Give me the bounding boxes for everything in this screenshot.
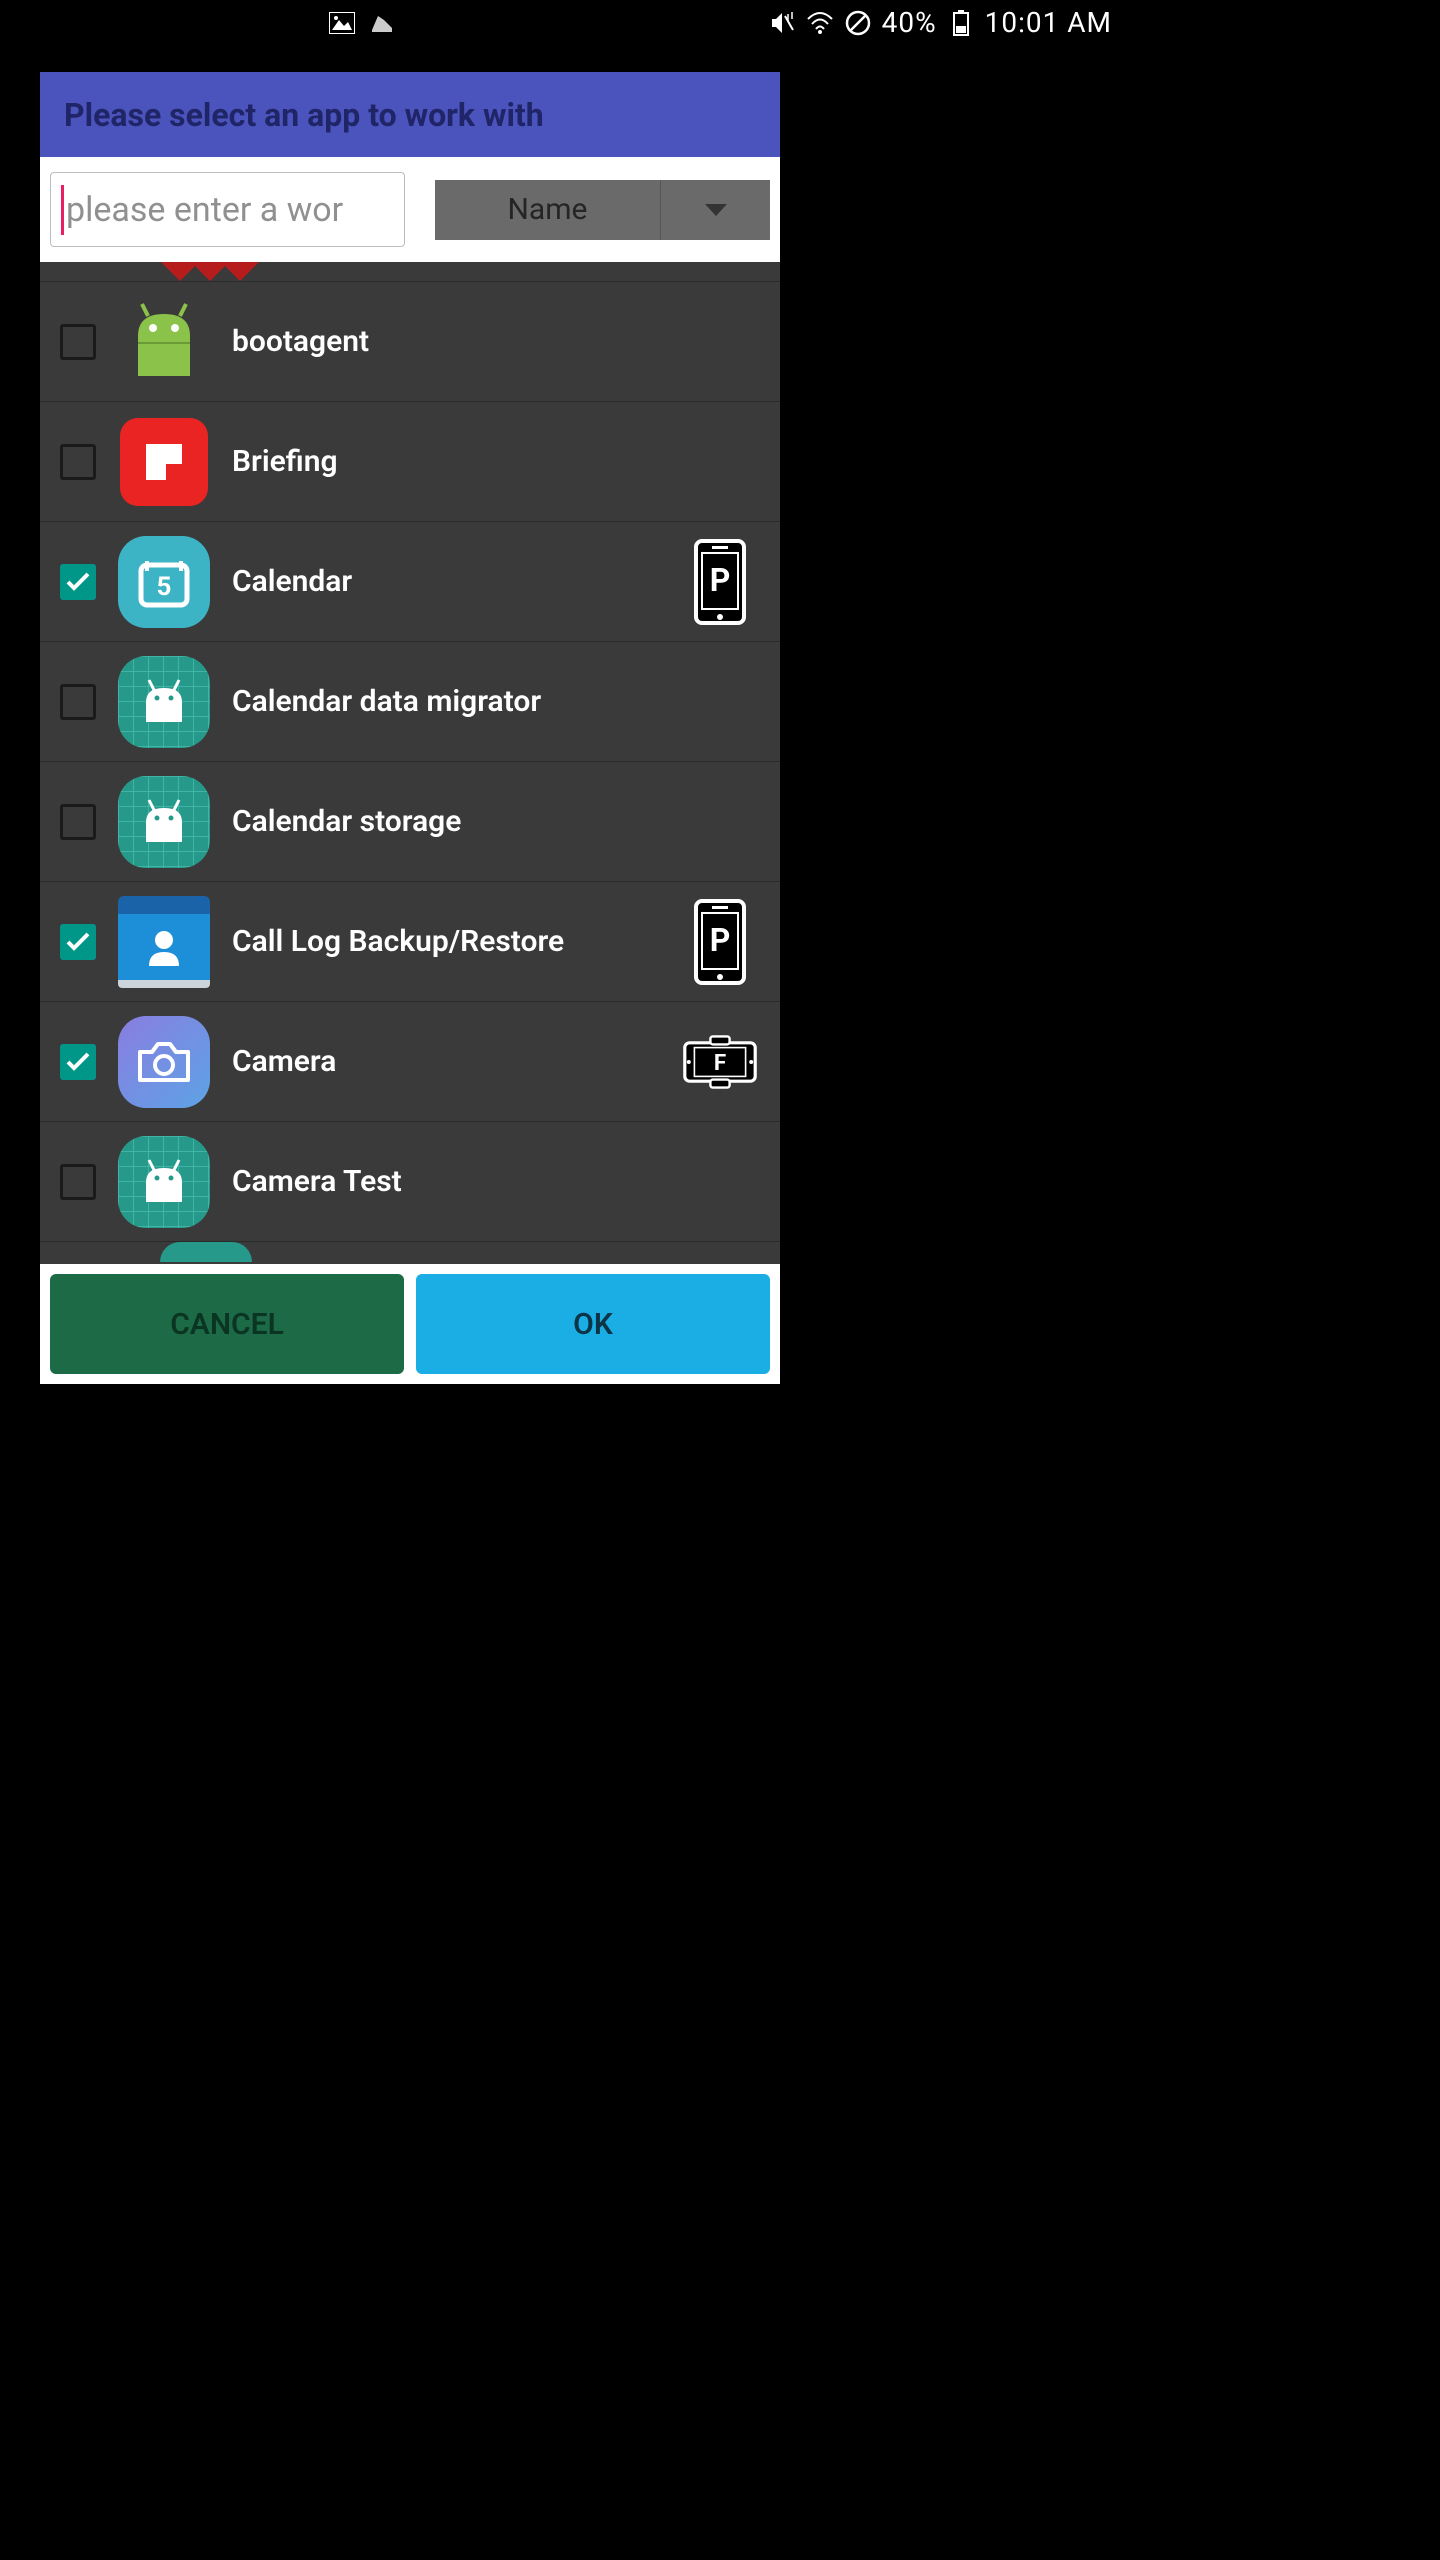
clock: 10:01 AM [985, 6, 1112, 39]
search-placeholder: please enter a wor [66, 190, 343, 230]
app-name: Calendar data migrator [232, 684, 760, 719]
app-name: Calendar storage [232, 804, 760, 839]
mute-vibrate-icon [768, 9, 796, 37]
sort-selected: Name [435, 192, 660, 227]
phone-badge-f-landscape: F [680, 1017, 760, 1107]
list-item[interactable]: Calendar data migrator [40, 642, 780, 762]
dialog: Please select an app to work with please… [40, 72, 780, 1384]
chevron-down-icon [660, 180, 770, 240]
ok-button[interactable]: OK [416, 1274, 770, 1374]
app-list[interactable]: bootagent Briefing 5 Calendar [40, 262, 780, 1264]
app-icon-camera [116, 1014, 212, 1110]
phone-badge-p: P [680, 537, 760, 627]
list-item[interactable]: Camera Test [40, 1122, 780, 1242]
list-item[interactable]: Camera F [40, 1002, 780, 1122]
search-input[interactable]: please enter a wor [50, 172, 405, 247]
list-item[interactable]: Call Log Backup/Restore P [40, 882, 780, 1002]
svg-text:5: 5 [157, 572, 172, 602]
battery-pct: 40% [882, 6, 937, 39]
app-name: Call Log Backup/Restore [232, 924, 660, 959]
battery-icon [947, 9, 975, 37]
checkbox[interactable] [60, 324, 96, 360]
checkbox[interactable] [60, 684, 96, 720]
app-icon-system [116, 1134, 212, 1230]
list-item[interactable]: bootagent [40, 282, 780, 402]
checkbox[interactable] [60, 1164, 96, 1200]
dialog-title: Please select an app to work with [64, 96, 544, 134]
app-icon-calendar: 5 [116, 534, 212, 630]
app-icon-system [116, 654, 212, 750]
svg-text:P: P [710, 561, 731, 599]
checkbox[interactable] [60, 804, 96, 840]
shoe-icon [368, 9, 396, 37]
text-cursor [61, 185, 64, 235]
checkbox[interactable] [60, 444, 96, 480]
status-bar: 40% 10:01 AM [310, 0, 1130, 45]
dialog-header: Please select an app to work with [40, 72, 780, 157]
wifi-icon [806, 9, 834, 37]
no-sim-icon [844, 9, 872, 37]
checkbox[interactable] [60, 564, 96, 600]
app-name: Camera Test [232, 1164, 760, 1199]
list-item[interactable]: Briefing [40, 402, 780, 522]
app-name: Camera [232, 1044, 660, 1079]
app-name: Calendar [232, 564, 660, 599]
list-item[interactable]: 5 Calendar P [40, 522, 780, 642]
checkbox[interactable] [60, 1044, 96, 1080]
app-icon-system [116, 774, 212, 870]
phone-badge-p: P [680, 897, 760, 987]
svg-text:P: P [710, 921, 731, 959]
app-icon-contacts [116, 894, 212, 990]
list-item[interactable]: Calendar storage [40, 762, 780, 882]
app-icon-android [116, 294, 212, 390]
filter-bar: please enter a wor Name [40, 157, 780, 262]
app-name: bootagent [232, 324, 760, 359]
checkbox[interactable] [60, 924, 96, 960]
svg-text:F: F [714, 1050, 726, 1076]
list-item-partial [40, 262, 780, 282]
cancel-button[interactable]: CANCEL [50, 1274, 404, 1374]
app-name: Briefing [232, 444, 760, 479]
sort-dropdown[interactable]: Name [435, 180, 770, 240]
dialog-footer: CANCEL OK [40, 1264, 780, 1384]
app-icon-briefing [116, 414, 212, 510]
gallery-icon [328, 9, 356, 37]
